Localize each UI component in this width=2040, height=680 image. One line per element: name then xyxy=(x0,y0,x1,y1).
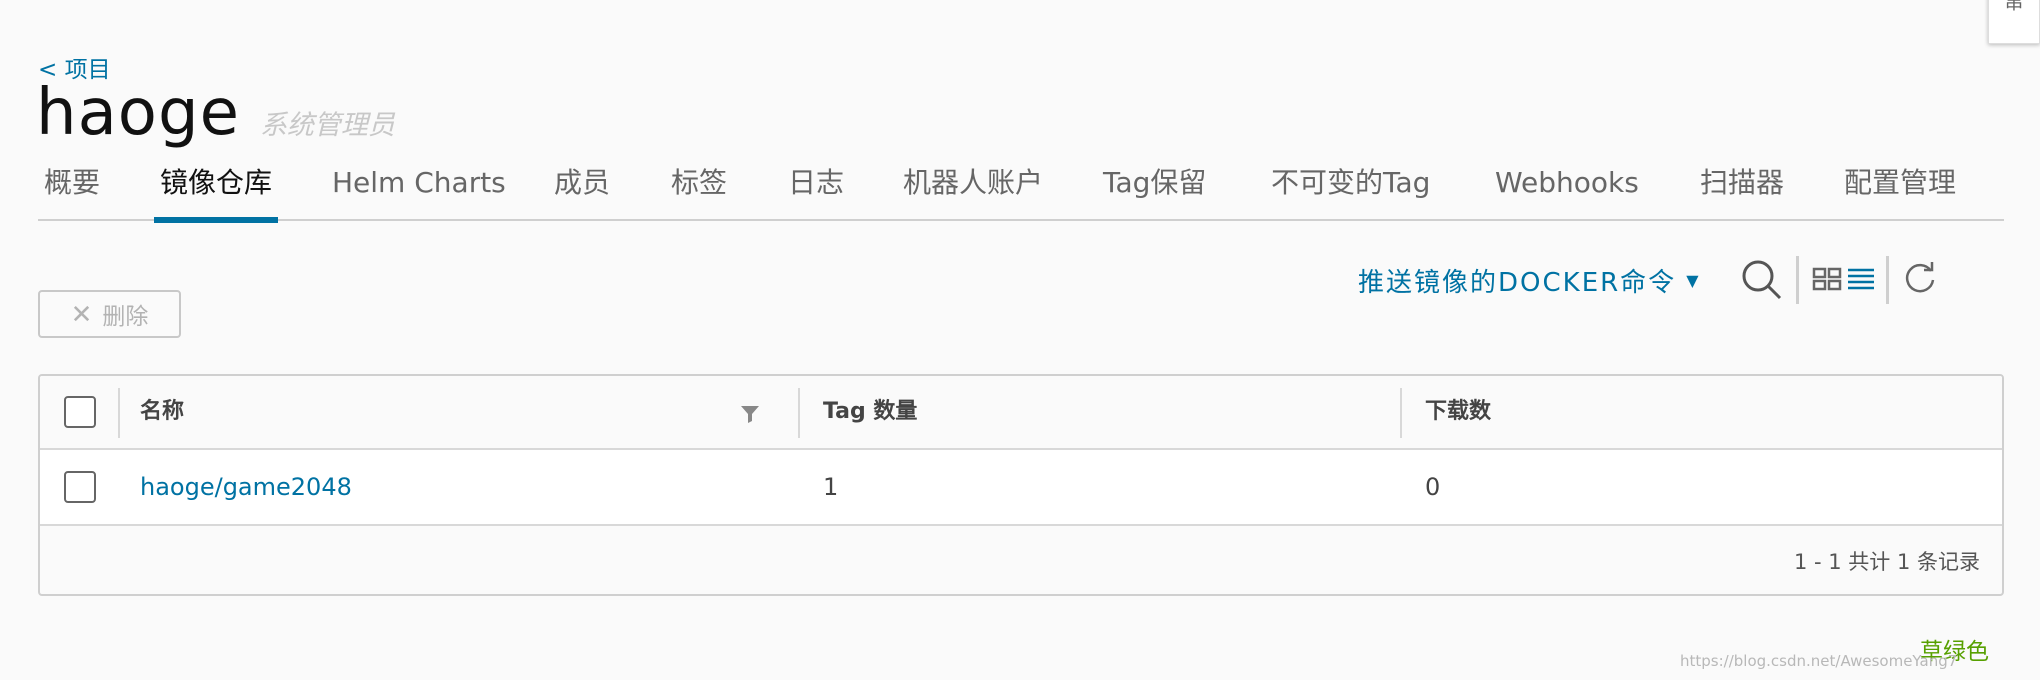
delete-button-label: 删除 xyxy=(102,303,149,329)
tab-scanners[interactable]: 扫描器 xyxy=(1700,155,1784,221)
tab-tag-retention[interactable]: Tag保留 xyxy=(1103,155,1206,221)
search-icon[interactable] xyxy=(1740,258,1784,306)
select-all-checkbox[interactable] xyxy=(64,396,96,428)
column-separator[interactable] xyxy=(798,388,800,438)
push-command-label: 推送镜像的DOCKER命令 xyxy=(1358,268,1677,298)
tag-count-cell: 1 xyxy=(823,473,839,501)
table-header: 名称 Tag 数量 下载数 xyxy=(40,376,2002,450)
card-view-icon[interactable] xyxy=(1812,266,1842,296)
column-header-name[interactable]: 名称 xyxy=(140,376,184,448)
repository-table: 名称 Tag 数量 下载数 haoge/game2048 1 0 1 - 1 共… xyxy=(38,374,2004,596)
url-watermark: https://blog.csdn.net/AwesomeYang7 xyxy=(1680,652,1958,670)
tab-configuration[interactable]: 配置管理 xyxy=(1844,155,1956,221)
column-header-downloads[interactable]: 下载数 xyxy=(1425,376,1491,448)
project-tabs: 概要 镜像仓库 Helm Charts 成员 标签 日志 机器人账户 Tag保留… xyxy=(38,155,2004,223)
tab-repositories[interactable]: 镜像仓库 xyxy=(154,155,279,223)
corner-widget-char: 串 xyxy=(2005,0,2023,14)
pagination-summary: 1 - 1 共计 1 条记录 xyxy=(1793,550,1980,574)
column-header-tag-count[interactable]: Tag 数量 xyxy=(823,376,917,448)
table-row: haoge/game2048 1 0 xyxy=(40,450,2002,526)
role-label: 系统管理员 xyxy=(259,110,395,141)
filter-icon[interactable] xyxy=(740,404,760,428)
tab-helm-charts[interactable]: Helm Charts xyxy=(332,155,506,221)
refresh-icon[interactable] xyxy=(1902,260,1938,300)
repository-link[interactable]: haoge/game2048 xyxy=(140,473,352,501)
tab-webhooks[interactable]: Webhooks xyxy=(1495,155,1639,221)
page-title: haoge xyxy=(36,76,240,150)
toolbar-divider xyxy=(1796,256,1799,304)
project-header: haoge 系统管理员 xyxy=(36,76,395,150)
row-checkbox[interactable] xyxy=(64,471,96,503)
delete-button[interactable]: ✕ 删除 xyxy=(38,290,181,338)
chevron-down-icon: ▼ xyxy=(1686,271,1701,290)
tab-labels[interactable]: 标签 xyxy=(671,155,727,221)
corner-widget[interactable]: 串 xyxy=(1988,0,2040,44)
tab-robot-accounts[interactable]: 机器人账户 xyxy=(903,155,1043,221)
downloads-cell: 0 xyxy=(1425,473,1441,501)
close-icon: ✕ xyxy=(70,299,93,329)
active-tab-indicator xyxy=(154,217,279,223)
repository-name-cell: haoge/game2048 xyxy=(140,450,352,524)
column-separator[interactable] xyxy=(1400,388,1402,438)
tab-members[interactable]: 成员 xyxy=(554,155,610,221)
push-command-dropdown[interactable]: 推送镜像的DOCKER命令 ▼ xyxy=(1358,262,1701,299)
list-view-icon[interactable] xyxy=(1846,266,1876,296)
column-separator xyxy=(118,388,120,438)
toolbar-divider-2 xyxy=(1886,256,1889,304)
tab-summary[interactable]: 概要 xyxy=(44,155,100,221)
tab-immutable-tags[interactable]: 不可变的Tag xyxy=(1271,155,1430,221)
tab-logs[interactable]: 日志 xyxy=(788,155,844,221)
